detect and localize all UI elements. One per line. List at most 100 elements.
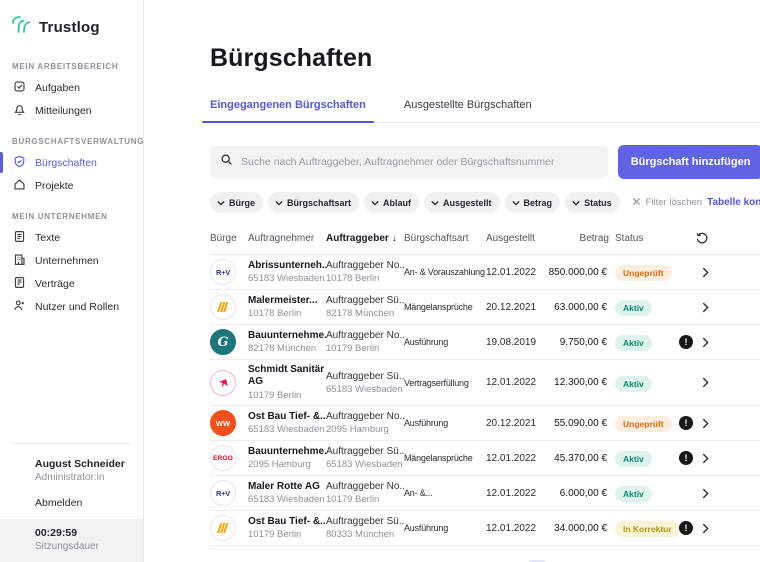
status-badge: Aktiv xyxy=(615,486,652,502)
status-badge: Aktiv xyxy=(615,451,652,467)
logout-label: Abmelden xyxy=(35,497,82,509)
sidebar-item-label: Nutzer und Rollen xyxy=(35,301,119,313)
reset-table-icon[interactable] xyxy=(695,231,709,245)
sidebar-item-texte[interactable]: Texte xyxy=(0,226,143,249)
clock-icon xyxy=(13,527,26,552)
chevron-right-icon[interactable] xyxy=(702,302,709,313)
sidebar-item-label: Unternehmen xyxy=(35,255,99,267)
sort-descending-icon: ↓ xyxy=(392,233,397,244)
sidebar-item-label: Bürgschaften xyxy=(35,157,97,169)
surety-logo-stripes xyxy=(210,294,236,320)
shield-check-icon xyxy=(13,155,26,171)
sidebar-item-label: Texte xyxy=(35,232,60,244)
status-badge: Ungeprüft xyxy=(615,265,672,281)
toolbar: Bürgschaft hinzufügen ··· xyxy=(210,145,760,179)
status-badge: Aktiv xyxy=(615,335,652,351)
building-icon xyxy=(13,253,26,269)
sidebar-item-label: Projekte xyxy=(35,180,74,192)
home-icon xyxy=(13,178,26,194)
tab-ausgestellte-buergschaften[interactable]: Ausgestellte Bürgschaften xyxy=(404,99,532,122)
table-row[interactable]: G Bauunternehme...82178 München Auftragg… xyxy=(210,325,760,360)
table-row[interactable]: ERGO Bauunternehme...2095 Hamburg Auftra… xyxy=(210,441,760,476)
column-header-betrag[interactable]: Betrag xyxy=(543,233,609,244)
session-time: 00:29:59 xyxy=(35,527,99,539)
chevron-right-icon[interactable] xyxy=(702,267,709,278)
table-row[interactable]: Malermeister...10178 Berlin Auftraggeber… xyxy=(210,290,760,325)
surety-logo-ww: WW xyxy=(210,410,236,436)
alert-icon[interactable]: ! xyxy=(679,521,693,535)
column-header-ausgestellt[interactable]: Ausgestellt xyxy=(486,233,543,244)
filter-bar: Bürge Bürgschaftsart Ablauf Ausgestellt … xyxy=(210,192,760,213)
chevron-right-icon[interactable] xyxy=(702,418,709,429)
chevron-down-icon xyxy=(217,198,225,208)
trustlog-logo-icon xyxy=(10,14,32,41)
sidebar-divider xyxy=(12,443,131,444)
filter-chip-status[interactable]: Status xyxy=(565,192,620,213)
filter-chip-buergschaftsart[interactable]: Bürgschaftsart xyxy=(268,192,359,213)
chevron-right-icon[interactable] xyxy=(702,453,709,464)
filter-chip-ablauf[interactable]: Ablauf xyxy=(364,192,419,213)
user-role: Administrator:in xyxy=(35,472,125,483)
main-content: Bürgschaften Eingegangenen Bürgschaften … xyxy=(144,0,760,562)
filter-chip-betrag[interactable]: Betrag xyxy=(505,192,561,213)
logout-button[interactable]: Abmelden xyxy=(0,487,143,519)
search-input[interactable] xyxy=(241,156,598,168)
search-box[interactable] xyxy=(210,146,608,178)
table-row[interactable]: R+V Abrissunterneh...65183 Wiesbaden Auf… xyxy=(210,255,760,290)
column-header-buergschaftsart[interactable]: Bürgschaftsart xyxy=(404,233,486,244)
surety-logo-g: G xyxy=(210,329,236,355)
clear-filters-button[interactable]: Filter löschen xyxy=(632,197,703,209)
tab-eingegangene-buergschaften[interactable]: Eingegangenen Bürgschaften xyxy=(210,99,366,122)
sidebar-item-vertraege[interactable]: Verträge xyxy=(0,272,143,295)
filter-chip-ausgestellt[interactable]: Ausgestellt xyxy=(424,192,500,213)
add-guarantee-button[interactable]: Bürgschaft hinzufügen xyxy=(618,145,760,179)
sidebar-item-unternehmen[interactable]: Unternehmen xyxy=(0,249,143,272)
chevron-right-icon[interactable] xyxy=(702,377,709,388)
sidebar-item-nutzer-und-rollen[interactable]: Nutzer und Rollen xyxy=(0,295,143,318)
table-header: Bürge Auftragnehmer Auftraggeber ↓ Bürgs… xyxy=(210,231,760,255)
bell-icon xyxy=(13,103,26,119)
surety-logo-bird xyxy=(210,370,236,396)
chevron-right-icon[interactable] xyxy=(702,337,709,348)
table-row[interactable]: Schmidt Sanitär AG10179 Berlin Auftragge… xyxy=(210,360,760,406)
chevron-down-icon xyxy=(572,198,580,208)
sidebar-item-label: Mitteilungen xyxy=(35,105,92,117)
surety-logo-rv: R+V xyxy=(210,480,236,506)
chevron-right-icon[interactable] xyxy=(702,523,709,534)
close-icon xyxy=(632,197,641,209)
contract-icon xyxy=(13,276,26,292)
sidebar-item-buergschaften[interactable]: Bürgschaften xyxy=(0,151,143,174)
configure-table-link[interactable]: Tabelle konfigurieren xyxy=(707,197,760,208)
user-name: August Schneider xyxy=(35,458,125,470)
status-badge: In Korrektur xyxy=(615,521,680,537)
table-row[interactable]: Ost Bau Tief- &...10179 Berlin Auftragge… xyxy=(210,511,760,546)
sidebar-item-projekte[interactable]: Projekte xyxy=(0,174,143,197)
alert-icon[interactable]: ! xyxy=(679,451,693,465)
column-header-buerge[interactable]: Bürge xyxy=(210,233,248,244)
sidebar-bottom: August Schneider Administrator:in Abmeld… xyxy=(0,435,143,562)
table-row[interactable]: WW Ost Bau Tief- &...65183 Wiesbaden Auf… xyxy=(210,406,760,441)
page-title: Bürgschaften xyxy=(210,44,760,73)
session-duration-label: Sitzungsdauer xyxy=(35,541,99,552)
filter-chip-buerge[interactable]: Bürge xyxy=(210,192,263,213)
app-logo[interactable]: Trustlog xyxy=(0,10,143,47)
app-name: Trustlog xyxy=(39,19,100,36)
alert-icon[interactable]: ! xyxy=(679,416,693,430)
section-label-unternehmen: MEIN UNTERNEHMEN xyxy=(0,212,143,221)
alert-icon[interactable]: ! xyxy=(679,335,693,349)
column-header-status[interactable]: Status xyxy=(609,233,679,244)
logout-icon xyxy=(13,495,26,511)
column-header-auftraggeber[interactable]: Auftraggeber ↓ xyxy=(326,233,404,244)
surety-logo-ergo: ERGO xyxy=(210,445,236,471)
status-badge: Aktiv xyxy=(615,376,652,392)
chevron-down-icon xyxy=(512,198,520,208)
chevron-right-icon[interactable] xyxy=(702,488,709,499)
table-row[interactable]: R+V Maler Rotte AG65183 Wiesbaden Auftra… xyxy=(210,476,760,511)
surety-logo-rv: R+V xyxy=(210,259,236,285)
sidebar-item-mitteilungen[interactable]: Mitteilungen xyxy=(0,99,143,122)
user-profile[interactable]: August Schneider Administrator:in xyxy=(0,452,143,487)
app-window: Trustlog MEIN ARBEITSBEREICH Aufgaben Mi… xyxy=(0,0,760,562)
sidebar-item-aufgaben[interactable]: Aufgaben xyxy=(0,76,143,99)
column-header-auftragnehmer[interactable]: Auftragnehmer xyxy=(248,233,326,244)
sidebar-item-label: Aufgaben xyxy=(35,82,80,94)
